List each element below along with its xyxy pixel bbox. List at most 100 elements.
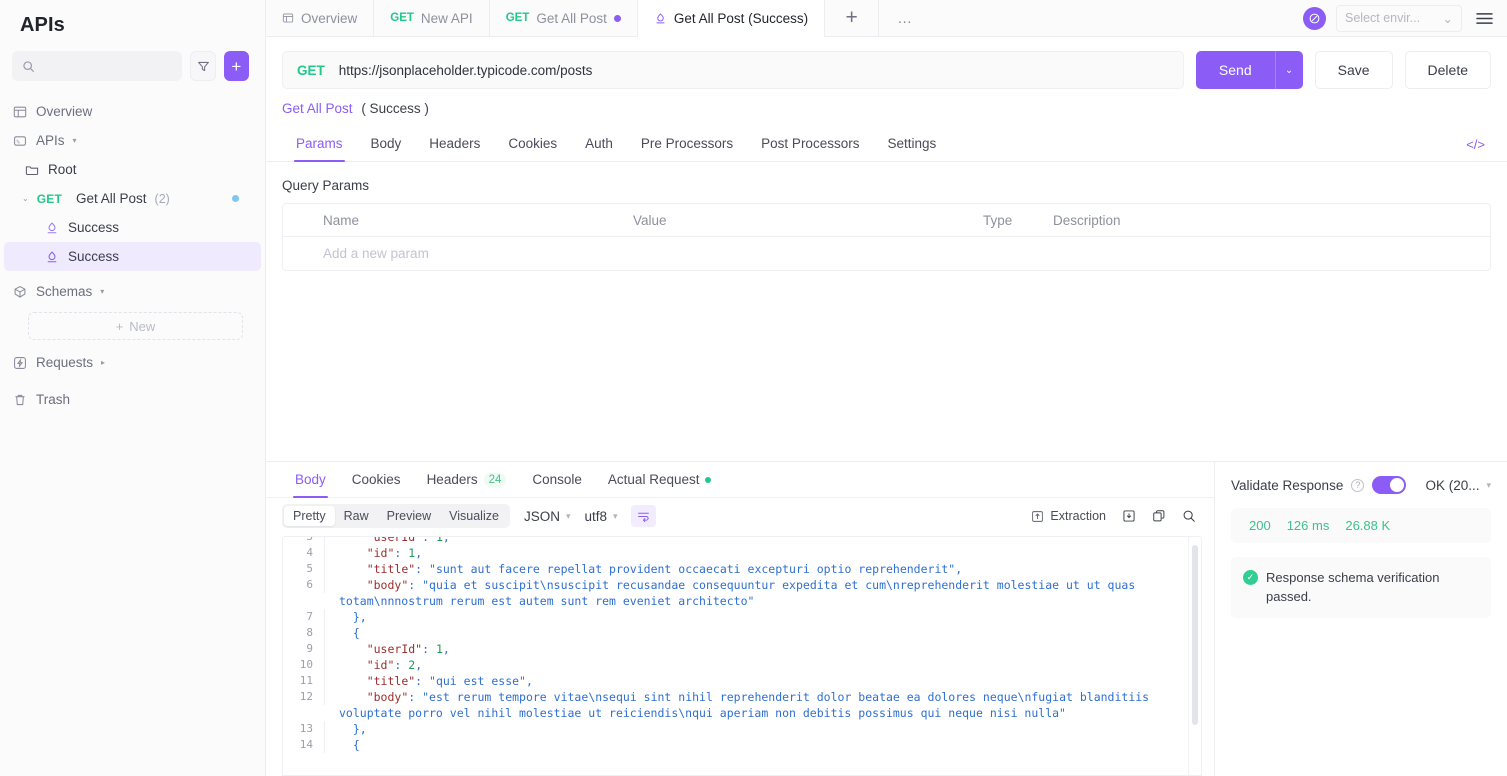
- search-icon[interactable]: [1182, 509, 1196, 523]
- response-tab-headers[interactable]: Headers 24: [414, 462, 520, 497]
- save-button[interactable]: Save: [1315, 51, 1393, 89]
- sidebar-item-get-all-post[interactable]: ⌄ GET Get All Post (2): [0, 184, 265, 213]
- chevron-down-icon[interactable]: ▾: [73, 136, 77, 145]
- send-button-group: Send ⌄: [1196, 51, 1303, 89]
- code-snippet-icon[interactable]: </>: [1466, 137, 1491, 152]
- chevron-down-icon: ⌄: [1443, 11, 1453, 26]
- tab-post-processors[interactable]: Post Processors: [747, 128, 873, 161]
- sidebar-item-root[interactable]: Root: [0, 155, 265, 184]
- delete-button[interactable]: Delete: [1405, 51, 1491, 89]
- response-tab-label: Cookies: [352, 472, 401, 487]
- code-line: 9 "userId": 1,: [283, 641, 1188, 657]
- format-select[interactable]: JSON ▾: [524, 509, 571, 524]
- sidebar-item-requests[interactable]: Requests ▸: [0, 348, 265, 377]
- response-body-code[interactable]: 3 "userId": 1,4 "id": 1,5 "title": "sunt…: [282, 536, 1202, 776]
- response-tab-label: Headers: [427, 472, 478, 487]
- code-line-text: },: [325, 721, 1188, 737]
- code-line-text: {: [325, 625, 1188, 641]
- code-scrollbar[interactable]: [1188, 537, 1201, 775]
- url-box[interactable]: GET: [282, 51, 1184, 89]
- tabbar-right: Select envir... ⌄: [1303, 0, 1507, 36]
- tab-new-api[interactable]: GET New API: [374, 0, 489, 36]
- sidebar-item-apis[interactable]: % APIs ▾: [0, 126, 265, 155]
- tab-more-button[interactable]: …: [879, 0, 931, 36]
- apis-icon: %: [12, 133, 28, 149]
- unsaved-dot: [232, 195, 239, 202]
- encoding-select[interactable]: utf8 ▾: [585, 509, 618, 524]
- response-tab-label: Console: [532, 472, 582, 487]
- column-header-name: Name: [283, 213, 633, 228]
- copy-icon[interactable]: [1152, 509, 1166, 523]
- hamburger-icon: [1476, 12, 1493, 25]
- question-icon[interactable]: ?: [1351, 479, 1364, 492]
- filter-icon-button[interactable]: [190, 51, 215, 81]
- sidebar-item-label: Get All Post: [76, 191, 147, 206]
- overview-icon: [12, 104, 28, 120]
- send-options-button[interactable]: ⌄: [1275, 51, 1303, 89]
- tab-get-all-post-success[interactable]: Get All Post (Success): [638, 0, 825, 37]
- wrap-lines-button[interactable]: [631, 505, 656, 527]
- requests-icon: [12, 355, 28, 371]
- tab-body[interactable]: Body: [357, 128, 416, 161]
- download-icon[interactable]: [1122, 509, 1136, 523]
- environment-select[interactable]: Select envir... ⌄: [1336, 5, 1462, 32]
- tab-pre-processors[interactable]: Pre Processors: [627, 128, 747, 161]
- code-line: 11 "title": "qui est esse",: [283, 673, 1188, 689]
- new-param-placeholder[interactable]: Add a new param: [283, 246, 633, 261]
- sidebar-item-schemas[interactable]: Schemas ▾: [0, 277, 265, 306]
- tab-cookies[interactable]: Cookies: [494, 128, 571, 161]
- extraction-button[interactable]: Extraction: [1031, 509, 1106, 523]
- table-row[interactable]: Add a new param: [283, 237, 1490, 270]
- code-line: 13 },: [283, 721, 1188, 737]
- tab-headers[interactable]: Headers: [415, 128, 494, 161]
- tab-settings[interactable]: Settings: [873, 128, 950, 161]
- plus-icon: +: [231, 58, 241, 75]
- sidebar-item-count: (2): [155, 192, 170, 206]
- unsaved-dot: [614, 15, 621, 22]
- tab-overview[interactable]: Overview: [266, 0, 374, 36]
- chevron-down-icon[interactable]: ⌄: [22, 194, 29, 203]
- code-line-number: 9: [283, 641, 325, 657]
- request-subtitle-link[interactable]: Get All Post: [282, 101, 353, 116]
- chevron-right-icon[interactable]: ▸: [101, 358, 105, 367]
- filter-icon: [197, 60, 210, 73]
- search-box[interactable]: [12, 51, 182, 81]
- chevron-down-icon[interactable]: ▾: [100, 287, 104, 296]
- view-mode-raw[interactable]: Raw: [335, 506, 378, 526]
- response-tab-actual-request[interactable]: Actual Request: [595, 462, 725, 497]
- add-api-button[interactable]: +: [224, 51, 249, 81]
- send-button[interactable]: Send: [1196, 51, 1275, 89]
- tab-label: Get All Post (Success): [674, 11, 808, 26]
- view-mode-pretty[interactable]: Pretty: [284, 506, 335, 526]
- env-status-icon[interactable]: [1303, 7, 1326, 30]
- status-select[interactable]: OK (20... ▾: [1425, 478, 1491, 493]
- new-tab-button[interactable]: +: [825, 0, 879, 36]
- sidebar-item-success-2[interactable]: Success: [4, 242, 261, 271]
- tab-get-all-post[interactable]: GET Get All Post: [490, 0, 638, 36]
- code-lines[interactable]: 3 "userId": 1,4 "id": 1,5 "title": "sunt…: [283, 536, 1188, 775]
- code-line-number: 3: [283, 536, 325, 545]
- code-scrollbar-thumb[interactable]: [1192, 545, 1198, 725]
- code-line-text: "userId": 1,: [325, 536, 1188, 545]
- view-mode-preview[interactable]: Preview: [378, 506, 440, 526]
- sidebar-item-trash[interactable]: Trash: [0, 385, 265, 414]
- tab-params[interactable]: Params: [282, 128, 357, 161]
- verification-message: Response schema verification passed.: [1266, 568, 1477, 606]
- sidebar-item-label: Overview: [36, 104, 92, 119]
- response-tab-body[interactable]: Body: [282, 462, 339, 497]
- tab-auth[interactable]: Auth: [571, 128, 627, 161]
- headers-count-badge: 24: [484, 473, 507, 487]
- sidebar-item-success-1[interactable]: Success: [0, 213, 265, 242]
- response-tab-console[interactable]: Console: [519, 462, 595, 497]
- response-tab-cookies[interactable]: Cookies: [339, 462, 414, 497]
- folder-icon: [24, 162, 40, 178]
- new-schema-button[interactable]: + New: [28, 312, 243, 340]
- menu-button[interactable]: [1462, 12, 1507, 25]
- sidebar-item-overview[interactable]: Overview: [0, 97, 265, 126]
- response-tabs: Body Cookies Headers 24 Console Actual R…: [266, 462, 1214, 498]
- url-input[interactable]: [339, 63, 1169, 78]
- view-mode-visualize[interactable]: Visualize: [440, 506, 508, 526]
- tab-label: New API: [421, 11, 473, 26]
- search-input[interactable]: [42, 59, 172, 73]
- validate-response-toggle[interactable]: [1372, 476, 1406, 494]
